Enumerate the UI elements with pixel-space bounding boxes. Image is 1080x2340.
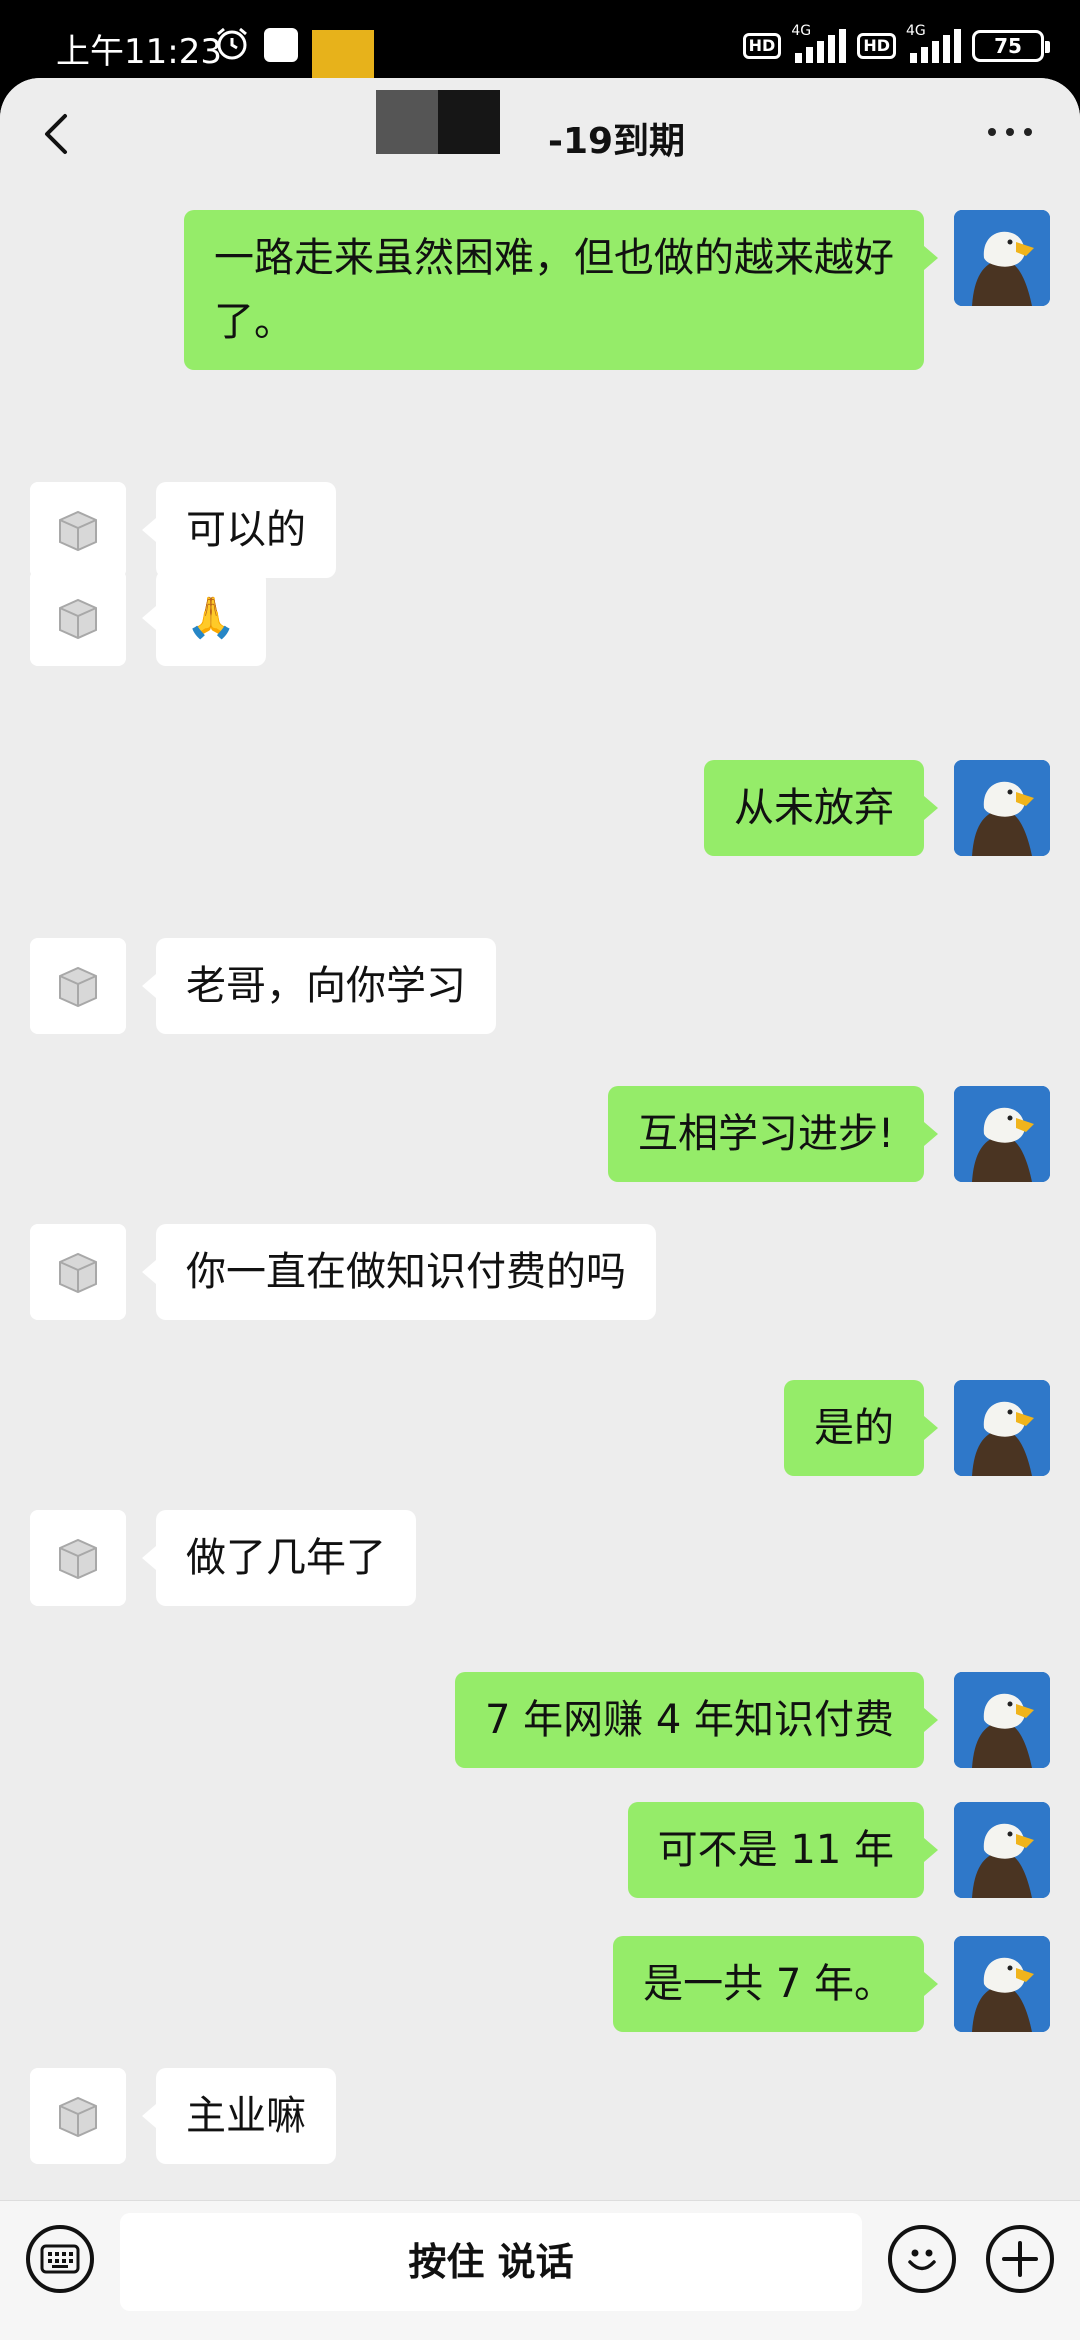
incoming-message: 可以的 xyxy=(0,482,1080,578)
battery-icon: 75 xyxy=(972,30,1050,62)
outgoing-message: 互相学习进步! xyxy=(0,1086,1080,1182)
outgoing-message: 一路走来虽然困难，但也做的越来越好 了。 xyxy=(0,210,1080,370)
message-bubble[interactable]: 主业嘛 xyxy=(142,2068,336,2164)
incoming-message: 老哥，向你学习 xyxy=(0,938,1080,1034)
more-options-button[interactable] xyxy=(980,112,1040,152)
contact-avatar[interactable] xyxy=(30,570,126,666)
incoming-message: 🙏 xyxy=(0,570,1080,666)
smiley-icon xyxy=(908,2249,936,2271)
status-time: 上午11:23 xyxy=(56,32,222,72)
back-button[interactable] xyxy=(26,104,86,164)
emoji-button[interactable] xyxy=(888,2225,956,2293)
message-bubble[interactable]: 一路走来虽然困难，但也做的越来越好 了。 xyxy=(184,210,938,370)
message-bubble[interactable]: 你一直在做知识付费的吗 xyxy=(142,1224,656,1320)
contact-avatar[interactable] xyxy=(30,938,126,1034)
status-bar: 上午11:23 HD 4G HD 4G 75 xyxy=(0,0,1080,92)
contact-avatar[interactable] xyxy=(30,2068,126,2164)
input-bar: 按住 说话 xyxy=(0,2200,1080,2340)
my-avatar[interactable] xyxy=(954,1672,1050,1768)
message-bubble[interactable]: 互相学习进步! xyxy=(607,1086,939,1182)
title-redaction xyxy=(376,90,500,154)
chat-title: -19到期 xyxy=(548,121,686,162)
signal-icon: 4G xyxy=(906,23,962,63)
outgoing-message: 从未放弃 xyxy=(0,760,1080,856)
my-avatar[interactable] xyxy=(954,1380,1050,1476)
message-bubble[interactable]: 从未放弃 xyxy=(704,760,938,856)
message-bubble[interactable]: 是一共 7 年。 xyxy=(613,1936,938,2032)
my-avatar[interactable] xyxy=(954,760,1050,856)
alarm-icon xyxy=(217,27,247,60)
chevron-left-icon xyxy=(45,114,67,154)
outgoing-message: 可不是 11 年 xyxy=(0,1802,1080,1898)
my-avatar[interactable] xyxy=(954,1802,1050,1898)
signal-icon: 4G xyxy=(791,23,847,63)
keyboard-toggle-button[interactable] xyxy=(26,2225,94,2293)
hd-badge: HD xyxy=(742,33,782,59)
plus-icon xyxy=(1002,2241,1038,2277)
message-bubble[interactable]: 是的 xyxy=(784,1380,938,1476)
message-list: 一路走来虽然困难，但也做的越来越好 了。 可以的 🙏 从未放弃 老哥，向你学习 … xyxy=(0,196,1080,2340)
message-bubble[interactable]: 可以的 xyxy=(142,482,336,578)
hd-badge: HD xyxy=(857,33,896,59)
message-bubble[interactable]: 老哥，向你学习 xyxy=(142,938,496,1034)
contact-avatar[interactable] xyxy=(30,482,126,578)
status-indicators: HD 4G HD 4G 75 xyxy=(742,23,1050,64)
message-bubble[interactable]: 做了几年了 xyxy=(142,1510,416,1606)
hold-to-talk-button[interactable]: 按住 说话 xyxy=(120,2213,862,2311)
my-avatar[interactable] xyxy=(954,1936,1050,2032)
chat-header: -19到期 xyxy=(0,78,1080,196)
contact-avatar[interactable] xyxy=(30,1510,126,1606)
my-avatar[interactable] xyxy=(954,1086,1050,1182)
message-bubble[interactable]: 可不是 11 年 xyxy=(627,1802,939,1898)
more-functions-button[interactable] xyxy=(986,2225,1054,2293)
message-bubble[interactable]: 7 年网赚 4 年知识付费 xyxy=(454,1672,939,1768)
outgoing-message: 是一共 7 年。 xyxy=(0,1936,1080,2032)
chat-window: -19到期 一路走来虽然困难，但也做的越来越好 了。 可以的 🙏 从未放弃 老哥… xyxy=(0,78,1080,2340)
incoming-message: 你一直在做知识付费的吗 xyxy=(0,1224,1080,1320)
outgoing-message: 7 年网赚 4 年知识付费 xyxy=(0,1672,1080,1768)
message-bubble[interactable]: 🙏 xyxy=(142,570,266,666)
my-avatar[interactable] xyxy=(954,210,1050,306)
app-notification-icon xyxy=(264,28,298,62)
contact-avatar[interactable] xyxy=(30,1224,126,1320)
incoming-message: 主业嘛 xyxy=(0,2068,1080,2164)
incoming-message: 做了几年了 xyxy=(0,1510,1080,1606)
outgoing-message: 是的 xyxy=(0,1380,1080,1476)
keyboard-icon xyxy=(40,2244,80,2274)
